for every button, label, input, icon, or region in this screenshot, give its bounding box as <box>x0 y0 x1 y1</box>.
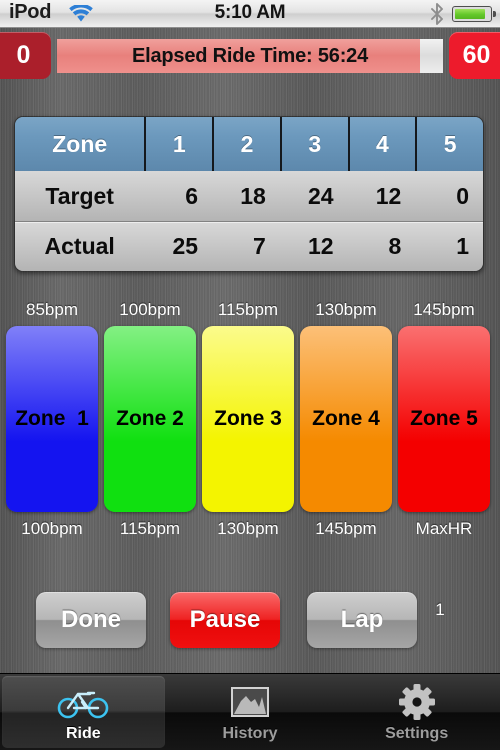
tab-settings[interactable]: Settings <box>335 676 498 748</box>
table-header-zone: Zone <box>52 130 108 157</box>
battery-icon <box>452 6 496 22</box>
table-header-zone-3: 3 <box>279 117 348 171</box>
target-zone-5: 0 <box>456 182 470 209</box>
heart-rate-zone-bars: 85bpm Zone 1 100bpm 100bpm Zone 2 115bpm 115bp… <box>0 300 500 545</box>
table-header-zone-5: 5 <box>415 117 483 171</box>
bicycle-icon <box>57 681 109 723</box>
status-bar-clock: 5:10 AM <box>214 2 286 23</box>
actual-zone-3: 12 <box>307 233 334 259</box>
table-header-zone-1: 1 <box>144 117 212 171</box>
table-row-target: Target 6 18 24 12 0 <box>15 171 483 221</box>
zone-5-upper-bpm: 145bpm <box>413 300 475 319</box>
zone-column-1: 85bpm Zone 1 100bpm <box>6 300 98 545</box>
zone-1-lower-bpm: 100bpm <box>21 519 83 538</box>
zone-3-lower-bpm: 130bpm <box>217 519 279 538</box>
range-max-badge: 60 <box>449 32 500 79</box>
app-root: iPod 5:10 AM 0 Elapsed Ride Time: 56:24 … <box>0 0 500 750</box>
table-header-zone-4: 4 <box>347 117 416 171</box>
pause-button[interactable]: Pause <box>170 592 280 648</box>
zone-1-label: Zone 1 <box>15 407 89 430</box>
actual-zone-1: 25 <box>172 233 199 259</box>
target-zone-3: 24 <box>307 182 334 209</box>
zone-3-label: Zone 3 <box>214 407 282 430</box>
zone-2-lower-bpm: 115bpm <box>119 519 181 538</box>
tab-ride[interactable]: Ride <box>2 676 165 748</box>
zone-column-4: 130bpm Zone 4 145bpm <box>300 300 392 545</box>
zone-column-5: 145bpm Zone 5 MaxHR <box>398 300 490 545</box>
tab-settings-label: Settings <box>385 725 449 742</box>
range-min-badge: 0 <box>0 32 51 79</box>
elapsed-time-label: Elapsed Ride Time: 56:24 <box>131 44 369 67</box>
target-zone-4: 12 <box>375 182 402 209</box>
status-bar: iPod 5:10 AM <box>0 0 500 28</box>
gear-icon <box>398 681 436 723</box>
zone-2-upper-bpm: 100bpm <box>119 300 181 319</box>
zone-2-label: Zone 2 <box>116 407 184 430</box>
zone-column-3: 115bpm Zone 3 130bpm <box>202 300 294 545</box>
zone-summary-table: Zone 1 2 3 4 5 Target 6 18 24 12 0 Actua… <box>14 116 484 272</box>
table-header-zone-2: 2 <box>212 117 280 171</box>
actual-zone-5: 1 <box>456 233 470 259</box>
tab-history-label: History <box>222 725 278 742</box>
row-label-actual: Actual <box>44 233 115 259</box>
actual-zone-4: 8 <box>388 233 402 259</box>
actual-zone-2: 7 <box>253 233 266 259</box>
zone-4-label: Zone 4 <box>312 407 380 430</box>
zone-4-upper-bpm: 130bpm <box>315 300 377 319</box>
ride-controls: Done Pause Lap 1 <box>0 592 500 662</box>
lap-button[interactable]: Lap <box>307 592 417 648</box>
target-zone-2: 18 <box>240 182 266 209</box>
zone-5-label: Zone 5 <box>410 407 478 430</box>
tab-history[interactable]: History <box>169 676 332 748</box>
table-header-row: Zone 1 2 3 4 5 <box>15 117 483 171</box>
row-label-target: Target <box>45 182 114 209</box>
ride-progress-bar: Elapsed Ride Time: 56:24 <box>57 39 443 73</box>
zone-4-lower-bpm: 145bpm <box>315 519 377 538</box>
zone-5-lower-bpm: MaxHR <box>415 519 473 538</box>
done-button[interactable]: Done <box>36 592 146 648</box>
target-zone-1: 6 <box>185 182 199 209</box>
lap-count-label: 1 <box>435 600 445 619</box>
elapsed-time-bar: 0 Elapsed Ride Time: 56:24 60 <box>0 28 500 82</box>
tab-bar: Ride History Settings <box>0 673 500 750</box>
zone-3-upper-bpm: 115bpm <box>217 300 279 319</box>
bluetooth-icon <box>431 3 443 25</box>
table-row-actual: Actual 25 7 12 8 1 <box>15 221 483 271</box>
chart-icon <box>230 681 270 723</box>
zone-1-upper-bpm: 85bpm <box>26 300 78 319</box>
zone-column-2: 100bpm Zone 2 115bpm <box>104 300 196 545</box>
tab-ride-label: Ride <box>66 725 101 742</box>
